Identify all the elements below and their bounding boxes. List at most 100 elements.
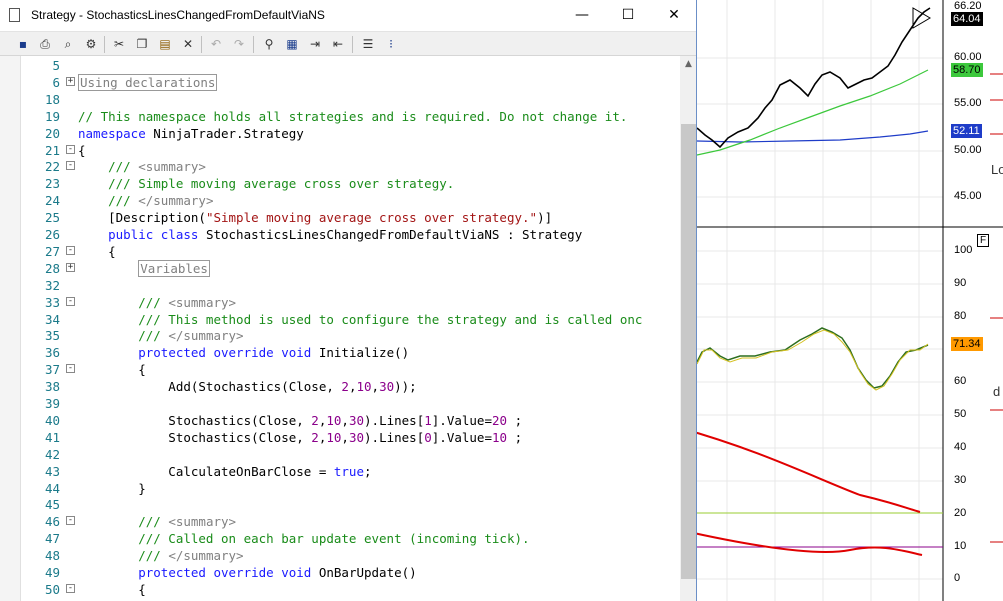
code-line[interactable]: 37- { bbox=[0, 361, 680, 378]
code-line[interactable]: 23 /// Simple moving average cross over … bbox=[0, 175, 680, 192]
code-token: /// bbox=[78, 514, 169, 530]
collapse-icon[interactable]: - bbox=[66, 364, 75, 374]
save-icon[interactable]: ▪ bbox=[15, 36, 31, 52]
line-number: 44 bbox=[44, 480, 60, 496]
code-line[interactable]: 26 public class StochasticsLinesChangedF… bbox=[0, 226, 680, 243]
code-line[interactable]: 18 bbox=[0, 91, 680, 108]
collapse-icon[interactable]: - bbox=[66, 161, 75, 171]
code-line[interactable]: 5 bbox=[0, 57, 680, 74]
code-token: Using declarations bbox=[78, 73, 218, 91]
code-line[interactable]: 6 + Using declarations bbox=[0, 73, 680, 91]
collapse-icon[interactable]: - bbox=[66, 144, 75, 154]
panel-badge[interactable]: F bbox=[977, 234, 990, 247]
code-line[interactable]: 27- { bbox=[0, 243, 680, 260]
page-setup-icon[interactable]: ⚙ bbox=[83, 36, 99, 52]
line-number: 20 bbox=[44, 125, 60, 141]
code-line[interactable]: 35 /// </summary> bbox=[0, 327, 680, 344]
redo-icon[interactable]: ↷ bbox=[231, 36, 247, 52]
code-token: { bbox=[78, 581, 146, 597]
code-token: /// bbox=[78, 159, 139, 175]
collapse-icon[interactable]: - bbox=[66, 516, 75, 526]
close-button[interactable]: ✕ bbox=[651, 0, 696, 31]
line-number: 22 bbox=[44, 159, 60, 175]
code-line[interactable]: 42 bbox=[0, 446, 680, 463]
code-token: Add(Stochastics(Close, bbox=[78, 379, 342, 395]
code-line[interactable]: 36 protected override void Initialize() bbox=[0, 344, 680, 361]
code-token: , bbox=[371, 379, 380, 395]
code-line[interactable]: 34 /// This method is used to configure … bbox=[0, 311, 680, 328]
code-line[interactable]: 21-{ bbox=[0, 142, 680, 159]
print-icon[interactable]: ⎙ bbox=[37, 36, 53, 52]
collapse-icon[interactable]: - bbox=[66, 583, 75, 593]
code-line[interactable]: 44 } bbox=[0, 480, 680, 497]
print-preview-icon[interactable]: ⌕ bbox=[60, 36, 76, 52]
code-line[interactable]: 43 CalculateOnBarClose = true; bbox=[0, 463, 680, 480]
expand-icon[interactable]: + bbox=[66, 262, 75, 272]
code-text: Using declarations bbox=[78, 73, 218, 91]
code-line[interactable]: 32 bbox=[0, 277, 680, 294]
code-text: } bbox=[78, 480, 146, 497]
line-number: 37 bbox=[44, 362, 60, 378]
vertical-scrollbar[interactable]: ▲ bbox=[680, 56, 696, 601]
code-token: /// bbox=[78, 548, 169, 564]
price-grid bbox=[697, 0, 943, 601]
sma-fast-tag: 58.70 bbox=[951, 63, 983, 77]
paste-icon[interactable]: ▤ bbox=[157, 36, 173, 52]
stoch-axis-label-50: 50 bbox=[954, 408, 967, 420]
code-token: } bbox=[78, 480, 146, 496]
collapse-icon[interactable]: - bbox=[66, 245, 75, 255]
collapse-icon[interactable]: - bbox=[66, 296, 75, 306]
line-number: 45 bbox=[44, 497, 60, 513]
code-editor[interactable]: 5 6 + Using declarations 18 19// This namespa… bbox=[0, 56, 696, 601]
code-line[interactable]: 50- { bbox=[0, 581, 680, 598]
line-number: 41 bbox=[44, 429, 60, 445]
delete-icon[interactable]: ✕ bbox=[180, 36, 196, 52]
code-text: protected override void Initialize() bbox=[78, 344, 409, 361]
code-line[interactable]: 28 + Variables bbox=[0, 259, 680, 277]
editor-toolbar: ▪ ⎙ ⌕ ⚙ ✂ ❐ ▤ ✕ ↶ ↷ ⚲ ▦ ⇥ ⇤ ☰ ⁝ bbox=[0, 31, 696, 56]
undo-icon[interactable]: ↶ bbox=[208, 36, 224, 52]
code-line[interactable]: 41 Stochastics(Close, 2,10,30).Lines[0].… bbox=[0, 429, 680, 446]
code-text: /// </summary> bbox=[78, 547, 243, 564]
code-token: "Simple moving average cross over strate… bbox=[205, 210, 538, 226]
outdent-icon[interactable]: ⇤ bbox=[330, 36, 346, 52]
code-line[interactable]: 20 namespace NinjaTrader.Strategy bbox=[0, 125, 680, 142]
code-token: /// Simple moving average cross over str… bbox=[78, 176, 455, 192]
code-line[interactable]: 38 Add(Stochastics(Close, 2,10,30)); bbox=[0, 378, 680, 395]
uncomment-icon[interactable]: ⁝ bbox=[383, 36, 399, 52]
code-line[interactable]: 19 // This namespace holds all strategies… bbox=[0, 108, 680, 125]
code-line[interactable]: 48 /// </summary> bbox=[0, 547, 680, 564]
code-line[interactable]: 25 [Description("Simple moving average c… bbox=[0, 209, 680, 226]
code-text: CalculateOnBarClose = true; bbox=[78, 463, 371, 480]
scroll-up-arrow-icon[interactable]: ▲ bbox=[680, 56, 696, 73]
code-line[interactable]: 46- /// <summary> bbox=[0, 513, 680, 530]
code-line[interactable]: 45 bbox=[0, 496, 680, 513]
code-line[interactable]: 39 bbox=[0, 395, 680, 412]
code-token: ].Value= bbox=[431, 412, 492, 428]
line-number: 25 bbox=[44, 210, 60, 226]
code-token: <summary> bbox=[138, 159, 206, 175]
indent-icon[interactable]: ⇥ bbox=[307, 36, 323, 52]
code-token: 0 bbox=[424, 429, 432, 445]
maximize-button[interactable]: ☐ bbox=[605, 0, 651, 31]
expand-icon[interactable]: + bbox=[66, 76, 75, 86]
code-line[interactable]: 33- /// <summary> bbox=[0, 294, 680, 311]
code-line[interactable]: 49 protected override void OnBarUpdate() bbox=[0, 564, 680, 581]
cut-icon[interactable]: ✂ bbox=[111, 36, 127, 52]
code-line[interactable]: 47 /// Called on each bar update event (… bbox=[0, 530, 680, 547]
code-line[interactable]: 40 Stochastics(Close, 2,10,30).Lines[1].… bbox=[0, 412, 680, 429]
code-token: ).Lines[ bbox=[364, 412, 425, 428]
cursor-triangle bbox=[912, 7, 931, 29]
code-token: ; bbox=[507, 412, 523, 428]
scrollbar-thumb[interactable] bbox=[681, 124, 696, 579]
minimize-button[interactable]: — bbox=[559, 0, 605, 31]
code-line[interactable]: 24 /// </summary> bbox=[0, 192, 680, 209]
code-line[interactable]: 22- /// <summary> bbox=[0, 158, 680, 175]
title-bar[interactable]: Strategy - StochasticsLinesChangedFromDe… bbox=[0, 0, 696, 31]
line-number: 36 bbox=[44, 345, 60, 361]
find-icon[interactable]: ⚲ bbox=[261, 36, 277, 52]
line-number: 33 bbox=[44, 294, 60, 310]
find-replace-icon[interactable]: ▦ bbox=[284, 36, 300, 52]
copy-icon[interactable]: ❐ bbox=[134, 36, 150, 52]
comment-icon[interactable]: ☰ bbox=[360, 36, 376, 52]
